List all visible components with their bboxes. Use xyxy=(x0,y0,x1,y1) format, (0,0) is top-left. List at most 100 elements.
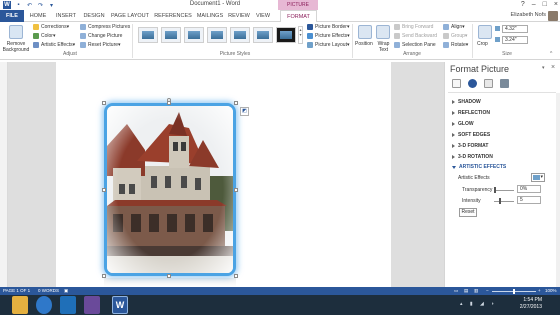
close-icon[interactable]: × xyxy=(551,64,555,71)
picture-icon[interactable] xyxy=(500,79,509,88)
bring-forward-button[interactable]: Bring Forward xyxy=(394,24,433,30)
color-button[interactable]: Color ▾ xyxy=(33,33,55,39)
height-field[interactable]: 4.32" xyxy=(502,25,528,33)
avatar[interactable] xyxy=(548,11,558,21)
tab-insert[interactable]: INSERT xyxy=(54,10,78,22)
section-reflection[interactable]: REFLECTION xyxy=(452,110,490,116)
user-name[interactable]: Elizabeth Nofs xyxy=(511,12,546,18)
layout-properties-icon[interactable] xyxy=(484,79,493,88)
picture-style-5[interactable] xyxy=(230,27,250,43)
corrections-button[interactable]: Corrections ▾ xyxy=(33,24,69,30)
transparency-field[interactable]: 0% xyxy=(517,185,541,193)
zoom-in-icon[interactable]: + xyxy=(538,287,541,295)
align-button[interactable]: Align ▾ xyxy=(443,24,465,30)
intensity-field[interactable]: 5 xyxy=(517,196,541,204)
layout-options-icon[interactable]: ◩ xyxy=(240,107,249,116)
redo-icon[interactable]: ↷ xyxy=(37,2,44,9)
save-icon[interactable]: ▪ xyxy=(15,2,22,9)
internet-explorer-icon[interactable] xyxy=(36,296,52,314)
resize-handle-bottom-left[interactable] xyxy=(102,274,106,278)
wrap-text-button[interactable]: Wrap Text xyxy=(375,41,392,53)
resize-handle-top-left[interactable] xyxy=(102,101,106,105)
transparency-slider-thumb[interactable] xyxy=(494,187,496,193)
picture-style-1[interactable] xyxy=(138,27,158,43)
picture-effects-button[interactable]: Picture Effects ▾ xyxy=(307,33,350,39)
tab-review[interactable]: REVIEW xyxy=(228,10,250,22)
tab-file[interactable]: FILE xyxy=(0,10,24,22)
help-icon[interactable]: ? xyxy=(521,0,525,9)
maximize-icon[interactable]: □ xyxy=(543,0,547,9)
effects-icon[interactable] xyxy=(468,79,477,88)
picture-style-6[interactable] xyxy=(253,27,273,43)
send-backward-button[interactable]: Send Backward xyxy=(394,33,437,39)
picture-style-3[interactable] xyxy=(184,27,204,43)
section-3d-format[interactable]: 3-D FORMAT xyxy=(452,143,488,149)
minimize-icon[interactable]: – xyxy=(532,0,536,9)
tab-design[interactable]: DESIGN xyxy=(82,10,106,22)
word-count[interactable]: 0 WORDS xyxy=(38,287,59,295)
resize-handle-right[interactable] xyxy=(234,188,238,192)
zoom-slider-thumb[interactable] xyxy=(513,289,515,294)
selection-pane-button[interactable]: Selection Pane xyxy=(394,42,436,48)
section-artistic-effects[interactable]: ARTISTIC EFFECTS xyxy=(452,164,506,170)
tab-mailings[interactable]: MAILINGS xyxy=(196,10,224,22)
change-picture-button[interactable]: Change Picture xyxy=(80,33,122,39)
picture-style-4[interactable] xyxy=(207,27,227,43)
picture-border-button[interactable]: Picture Border ▾ xyxy=(307,24,349,30)
section-shadow[interactable]: SHADOW xyxy=(452,99,481,105)
system-tray-icons[interactable]: ▴ ▮ ◢ ◗ xyxy=(460,301,510,309)
resize-handle-bottom-right[interactable] xyxy=(234,274,238,278)
document-title: Document1 - Word xyxy=(189,1,241,7)
onenote-icon[interactable] xyxy=(84,296,100,314)
picture-layout-button[interactable]: Picture Layout ▾ xyxy=(307,42,349,48)
remove-background-button[interactable]: Remove Background xyxy=(2,41,30,53)
resize-handle-bottom[interactable] xyxy=(167,274,171,278)
zoom-level[interactable]: 100% xyxy=(545,287,557,295)
compress-pictures-button[interactable]: Compress Pictures xyxy=(80,24,130,30)
tab-home[interactable]: HOME xyxy=(28,10,48,22)
artistic-effects-dropdown[interactable]: ▾ xyxy=(531,173,545,182)
intensity-slider-thumb[interactable] xyxy=(499,198,501,204)
proofing-icon[interactable]: ▣ xyxy=(64,287,68,295)
transparency-slider[interactable] xyxy=(494,190,514,191)
customize-qat-icon[interactable]: ▾ xyxy=(48,2,55,9)
tab-view[interactable]: VIEW xyxy=(254,10,272,22)
tab-references[interactable]: REFERENCES xyxy=(154,10,192,22)
pane-scrollbar[interactable] xyxy=(556,93,560,287)
web-layout-icon[interactable]: ▥ xyxy=(474,287,478,295)
rotate-button[interactable]: Rotate ▾ xyxy=(443,42,468,48)
artistic-effects-button[interactable]: Artistic Effects ▾ xyxy=(33,42,75,48)
section-3d-rotation[interactable]: 3-D ROTATION xyxy=(452,154,493,160)
position-button[interactable]: Position xyxy=(355,41,373,47)
close-icon[interactable]: × xyxy=(554,0,558,9)
read-mode-icon[interactable]: ▭ xyxy=(454,287,458,295)
outlook-icon[interactable] xyxy=(60,296,76,314)
print-layout-icon[interactable]: ▤ xyxy=(464,287,468,295)
resize-handle-top-right[interactable] xyxy=(234,101,238,105)
picture-style-7[interactable] xyxy=(276,27,296,43)
crop-button[interactable]: Crop xyxy=(477,41,488,47)
rotate-handle[interactable] xyxy=(167,98,171,102)
collapse-ribbon-icon[interactable]: ^ xyxy=(550,51,552,57)
zoom-out-icon[interactable]: − xyxy=(486,287,489,295)
file-explorer-icon[interactable] xyxy=(12,296,28,314)
page-count[interactable]: PAGE 1 OF 1 xyxy=(3,287,30,295)
tab-page-layout[interactable]: PAGE LAYOUT xyxy=(110,10,150,22)
intensity-slider[interactable] xyxy=(494,201,514,202)
fill-line-icon[interactable] xyxy=(452,79,461,88)
group-button[interactable]: Group ▾ xyxy=(443,33,467,39)
resize-handle-left[interactable] xyxy=(102,188,106,192)
reset-picture-button[interactable]: Reset Picture ▾ xyxy=(80,42,121,48)
section-glow[interactable]: GLOW xyxy=(452,121,474,127)
width-field[interactable]: 3.24" xyxy=(502,36,528,44)
pane-options-icon[interactable]: ▾ xyxy=(542,65,545,71)
undo-icon[interactable]: ↶ xyxy=(26,2,33,9)
picture-style-2[interactable] xyxy=(161,27,181,43)
section-soft-edges[interactable]: SOFT EDGES xyxy=(452,132,490,138)
clock[interactable]: 1:54 PM 2/27/2013 xyxy=(520,297,542,311)
reset-button[interactable]: Reset xyxy=(459,208,477,217)
word-taskbar-icon[interactable]: W xyxy=(112,296,128,314)
styles-gallery-scroll[interactable]: ▴ ▾ xyxy=(298,26,303,44)
align-icon xyxy=(443,24,449,30)
selected-picture[interactable] xyxy=(104,103,236,276)
